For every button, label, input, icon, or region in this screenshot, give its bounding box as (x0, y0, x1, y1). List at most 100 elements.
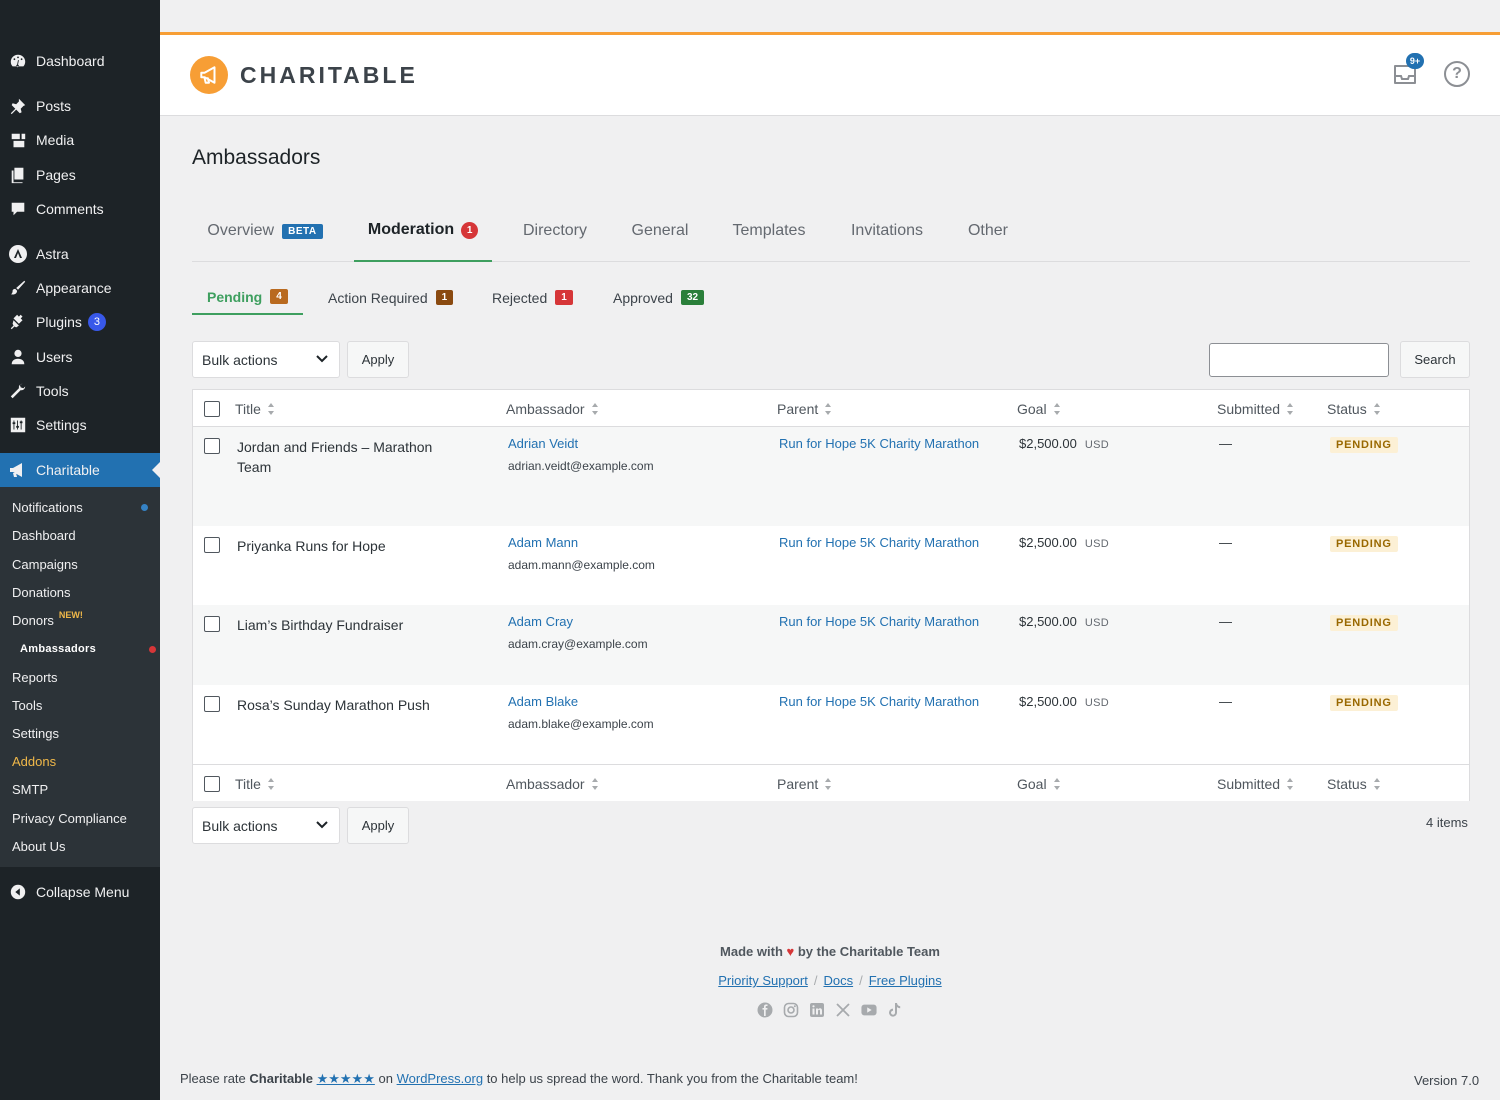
ambassador-link[interactable]: Adrian Veidt (508, 436, 578, 451)
submenu-notifications[interactable]: Notifications (12, 495, 152, 519)
menu-tools[interactable]: Tools (0, 374, 160, 408)
submenu-donors[interactable]: Donors NEW! (12, 608, 152, 632)
wordpress-org-link[interactable]: WordPress.org (397, 1071, 483, 1086)
goal-currency: USD (1084, 617, 1109, 629)
tiktok-icon[interactable] (887, 1002, 903, 1018)
parent-campaign-link[interactable]: Run for Hope 5K Charity Marathon (779, 614, 979, 629)
linkedin-icon[interactable] (809, 1002, 825, 1018)
select-all-checkbox[interactable] (204, 401, 220, 417)
menu-comments[interactable]: Comments (0, 192, 160, 226)
row-checkbox[interactable] (204, 438, 220, 454)
tab-label: Moderation (367, 221, 455, 238)
column-status[interactable]: Status (1327, 765, 1381, 802)
search-input[interactable] (1209, 343, 1389, 377)
menu-label: Comments (36, 201, 104, 217)
goal-value: $2,500.00 USD (1019, 436, 1109, 451)
submenu-reports[interactable]: Reports (12, 665, 152, 689)
menu-posts[interactable]: Posts (0, 89, 160, 123)
instagram-icon[interactable] (783, 1002, 799, 1018)
bulk-actions-select-top[interactable]: Bulk actions (192, 341, 340, 378)
ambassador-link[interactable]: Adam Mann (508, 535, 578, 550)
column-submitted[interactable]: Submitted (1217, 390, 1294, 427)
rate-plugin-notice: Please rate Charitable ★★★★★ on WordPres… (180, 1071, 858, 1087)
subtab-approved[interactable]: Approved 32 (613, 280, 705, 315)
tab-templates[interactable]: Templates (717, 200, 821, 262)
column-label: Title (235, 775, 261, 792)
submenu-about-us[interactable]: About Us (12, 834, 152, 858)
free-plugins-link[interactable]: Free Plugins (869, 973, 942, 988)
facebook-icon[interactable] (757, 1002, 773, 1018)
menu-astra[interactable]: Astra (0, 237, 160, 271)
subtab-pending[interactable]: Pending 4 (192, 280, 303, 315)
parent-campaign-link[interactable]: Run for Hope 5K Charity Marathon (779, 535, 979, 550)
menu-dashboard[interactable]: Dashboard (0, 44, 160, 78)
tab-other[interactable]: Other (953, 200, 1023, 262)
search-button[interactable]: Search (1400, 341, 1470, 378)
row-checkbox[interactable] (204, 537, 220, 553)
submenu-ambassadors[interactable]: Ambassadors (20, 637, 160, 661)
notifications-inbox-button[interactable]: 9+ (1392, 53, 1424, 90)
subtab-rejected[interactable]: Rejected 1 (492, 280, 573, 315)
table-footer-header: Title Ambassador Parent Goal Submitted S… (193, 764, 1469, 801)
row-title[interactable]: Rosa’s Sunday Marathon Push (237, 695, 467, 715)
tab-overview[interactable]: Overview BETA (192, 200, 338, 262)
column-title[interactable]: Title (235, 390, 275, 427)
menu-media[interactable]: Media (0, 123, 160, 157)
row-title[interactable]: Jordan and Friends – Marathon Team (237, 437, 467, 477)
row-checkbox[interactable] (204, 696, 220, 712)
submenu-smtp[interactable]: SMTP (12, 777, 152, 801)
row-title[interactable]: Liam’s Birthday Fundraiser (237, 615, 467, 635)
column-goal[interactable]: Goal (1017, 390, 1061, 427)
youtube-icon[interactable] (861, 1002, 877, 1018)
settings-icon (0, 416, 36, 434)
submenu-tools[interactable]: Tools (12, 693, 152, 717)
submenu-donations[interactable]: Donations (12, 580, 152, 604)
submenu-privacy-compliance[interactable]: Privacy Compliance (12, 806, 152, 830)
column-title[interactable]: Title (235, 765, 275, 802)
pin-icon (0, 97, 36, 115)
select-all-checkbox-bottom[interactable] (204, 776, 220, 792)
submenu-dashboard[interactable]: Dashboard (12, 523, 152, 547)
submenu-label: Tools (12, 697, 43, 713)
help-button[interactable]: ? (1444, 61, 1470, 87)
menu-charitable[interactable]: Charitable (0, 453, 160, 487)
parent-campaign-link[interactable]: Run for Hope 5K Charity Marathon (779, 694, 979, 709)
collapse-menu-button[interactable]: Collapse Menu (0, 875, 160, 909)
column-parent[interactable]: Parent (777, 765, 832, 802)
row-checkbox[interactable] (204, 616, 220, 632)
column-ambassador[interactable]: Ambassador (506, 765, 599, 802)
tab-directory[interactable]: Directory (507, 200, 603, 262)
apply-button-top[interactable]: Apply (347, 341, 409, 378)
apply-button-bottom[interactable]: Apply (347, 807, 409, 844)
rating-stars-link[interactable]: ★★★★★ (317, 1071, 375, 1086)
bulk-actions-select-bottom[interactable]: Bulk actions (192, 807, 340, 844)
submenu-campaigns[interactable]: Campaigns (12, 552, 152, 576)
tab-moderation[interactable]: Moderation 1 (354, 200, 492, 262)
ambassador-link[interactable]: Adam Cray (508, 614, 573, 629)
tab-invitations[interactable]: Invitations (836, 200, 938, 262)
menu-appearance[interactable]: Appearance (0, 271, 160, 305)
sort-icon (824, 402, 832, 416)
subtab-action-required[interactable]: Action Required 1 (328, 280, 454, 315)
ambassador-link[interactable]: Adam Blake (508, 694, 578, 709)
submenu-addons[interactable]: Addons (12, 749, 152, 773)
sort-icon (267, 402, 275, 416)
menu-users[interactable]: Users (0, 340, 160, 374)
docs-link[interactable]: Docs (823, 973, 853, 988)
submenu-settings[interactable]: Settings (12, 721, 152, 745)
menu-settings[interactable]: Settings (0, 408, 160, 442)
column-submitted[interactable]: Submitted (1217, 765, 1294, 802)
submitted-value: — (1219, 614, 1232, 629)
column-ambassador[interactable]: Ambassador (506, 390, 599, 427)
column-goal[interactable]: Goal (1017, 765, 1061, 802)
goal-amount: $2,500.00 (1019, 535, 1077, 550)
row-title[interactable]: Priyanka Runs for Hope (237, 536, 467, 556)
menu-plugins[interactable]: Plugins 3 (0, 305, 160, 339)
tab-general[interactable]: General (618, 200, 702, 262)
x-icon[interactable] (835, 1002, 851, 1018)
parent-campaign-link[interactable]: Run for Hope 5K Charity Marathon (779, 436, 979, 451)
column-status[interactable]: Status (1327, 390, 1381, 427)
priority-support-link[interactable]: Priority Support (718, 973, 808, 988)
column-parent[interactable]: Parent (777, 390, 832, 427)
menu-pages[interactable]: Pages (0, 158, 160, 192)
